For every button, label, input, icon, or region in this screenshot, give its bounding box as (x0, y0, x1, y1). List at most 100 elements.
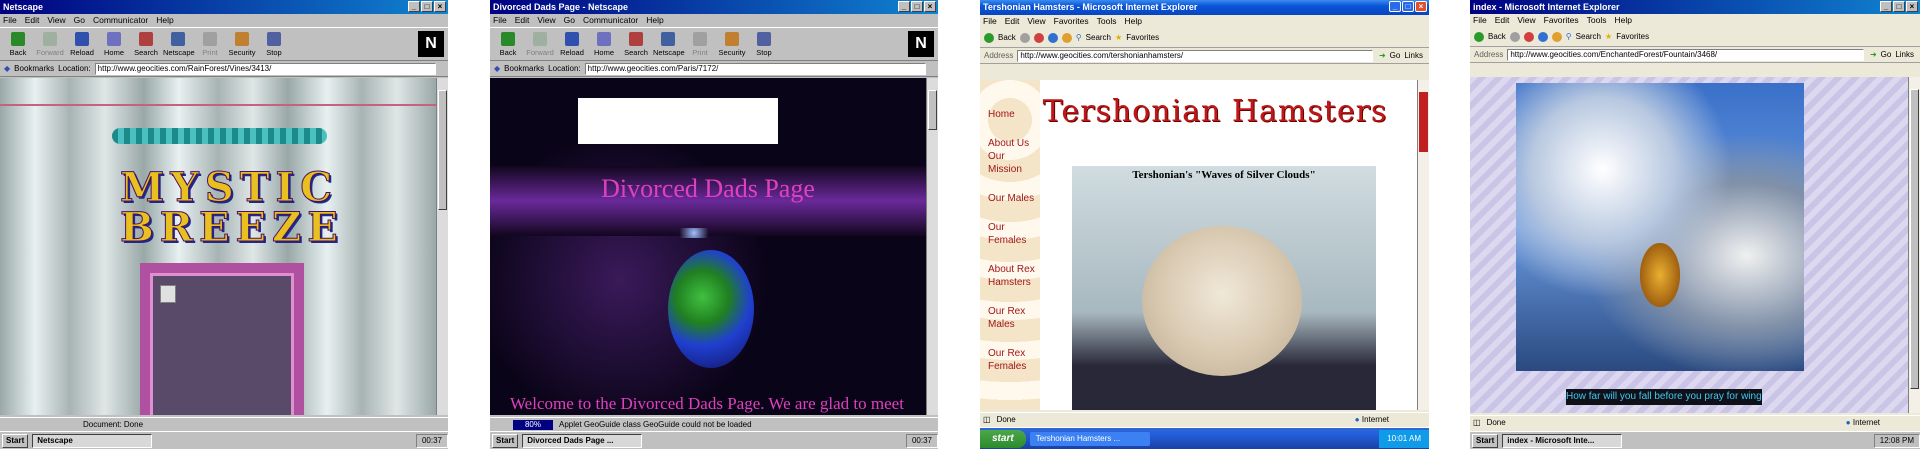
maximize-button[interactable]: □ (1893, 1, 1905, 12)
menu-go[interactable]: Go (74, 14, 85, 27)
bookmarks-button[interactable]: Bookmarks (14, 64, 54, 73)
stop-icon[interactable] (1033, 32, 1044, 43)
menu-view[interactable]: View (47, 14, 65, 27)
reload-button[interactable]: Reload (67, 30, 97, 57)
minimize-button[interactable]: _ (1880, 1, 1892, 12)
menu-tools[interactable]: Tools (1587, 14, 1607, 27)
menu-favorites[interactable]: Favorites (1544, 14, 1579, 27)
back-button[interactable]: Back (998, 33, 1016, 42)
menu-edit[interactable]: Edit (25, 14, 40, 27)
home-button[interactable]: Home (99, 30, 129, 57)
menu-file[interactable]: File (1473, 14, 1487, 27)
menu-view[interactable]: View (537, 14, 555, 27)
home-button[interactable]: Home (589, 30, 619, 57)
close-button[interactable]: × (1906, 1, 1918, 12)
search-button[interactable]: Search (131, 30, 161, 57)
menu-tools[interactable]: Tools (1097, 15, 1117, 28)
menu-help[interactable]: Help (1124, 15, 1141, 28)
stop-button[interactable]: Stop (749, 30, 779, 57)
favorites-button[interactable]: Favorites (1126, 33, 1159, 42)
menu-file[interactable]: File (3, 14, 17, 27)
reload-button[interactable]: Reload (557, 30, 587, 57)
menu-view[interactable]: View (1027, 15, 1045, 28)
taskbar-item-index[interactable]: index - Microsoft Inte... (1502, 433, 1623, 448)
refresh-icon[interactable] (1537, 31, 1548, 42)
bookmarks-button[interactable]: Bookmarks (504, 64, 544, 73)
scroll-thumb[interactable] (928, 90, 937, 130)
stop-icon[interactable] (1523, 31, 1534, 42)
minimize-button[interactable]: _ (1389, 1, 1401, 12)
scroll-thumb[interactable] (438, 90, 447, 210)
print-button[interactable]: Print (685, 30, 715, 57)
search-button[interactable]: Search (1086, 33, 1111, 42)
print-button[interactable]: Print (195, 30, 225, 57)
vertical-scrollbar[interactable] (1417, 80, 1429, 410)
links-button[interactable]: Links (1404, 51, 1423, 60)
menu-file[interactable]: File (493, 14, 507, 27)
nav-about-rex[interactable]: About Rex Hamsters (988, 263, 1040, 289)
home-icon[interactable] (1061, 32, 1072, 43)
nav-rex-females[interactable]: Our Rex Females (988, 347, 1040, 373)
home-icon[interactable] (1551, 31, 1562, 42)
maximize-button[interactable]: □ (421, 1, 433, 12)
start-button[interactable]: start (980, 429, 1026, 448)
scroll-thumb[interactable] (1910, 89, 1919, 389)
menu-edit[interactable]: Edit (515, 14, 530, 27)
favorites-button[interactable]: Favorites (1616, 32, 1649, 41)
start-button[interactable]: Start (1472, 433, 1499, 448)
go-button[interactable]: Go (1390, 51, 1401, 60)
start-button[interactable]: Start (2, 433, 29, 448)
security-button[interactable]: Security (227, 30, 257, 57)
scroll-thumb[interactable] (1419, 92, 1428, 152)
forward-button[interactable]: Forward (525, 30, 555, 57)
back-button[interactable]: Back (1488, 32, 1506, 41)
url-field[interactable]: http://www.geocities.com/RainForest/Vine… (94, 62, 436, 75)
forward-arrow-icon[interactable] (1019, 32, 1030, 43)
taskbar-item-divorced-dads[interactable]: Divorced Dads Page ... (522, 433, 643, 448)
menu-help[interactable]: Help (646, 14, 663, 27)
netscape-button[interactable]: Netscape (653, 30, 685, 57)
search-button[interactable]: Search (1576, 32, 1601, 41)
back-button[interactable]: Back (493, 30, 523, 57)
entrance-frame[interactable] (140, 263, 304, 415)
forward-arrow-icon[interactable] (1509, 31, 1520, 42)
nav-home[interactable]: Home (988, 108, 1040, 121)
close-button[interactable]: × (1415, 1, 1427, 12)
refresh-icon[interactable] (1047, 32, 1058, 43)
url-field[interactable]: http://www.geocities.com/Paris/7172/ (584, 62, 926, 75)
menu-favorites[interactable]: Favorites (1054, 15, 1089, 28)
menu-file[interactable]: File (983, 15, 997, 28)
back-button[interactable]: Back (3, 30, 33, 57)
menu-edit[interactable]: Edit (1005, 15, 1020, 28)
taskbar-item-netscape[interactable]: Netscape (32, 433, 153, 448)
menu-go[interactable]: Go (564, 14, 575, 27)
forward-button[interactable]: Forward (35, 30, 65, 57)
start-button[interactable]: Start (492, 433, 519, 448)
vertical-scrollbar[interactable] (436, 78, 448, 415)
url-field[interactable]: http://www.geocities.com/EnchantedForest… (1507, 48, 1864, 61)
menu-edit[interactable]: Edit (1495, 14, 1510, 27)
netscape-button[interactable]: Netscape (163, 30, 195, 57)
menu-communicator[interactable]: Communicator (583, 14, 638, 27)
maximize-button[interactable]: □ (1402, 1, 1414, 12)
minimize-button[interactable]: _ (408, 1, 420, 12)
go-button[interactable]: Go (1881, 50, 1892, 59)
menu-help[interactable]: Help (1614, 14, 1631, 27)
menu-view[interactable]: View (1517, 14, 1535, 27)
nav-about-us[interactable]: About Us Our Mission (988, 137, 1040, 176)
minimize-button[interactable]: _ (898, 1, 910, 12)
url-field[interactable]: http://www.geocities.com/tershonianhamst… (1017, 49, 1373, 62)
nav-our-males[interactable]: Our Males (988, 192, 1040, 205)
taskbar-item-tershonian[interactable]: Tershonian Hamsters ... (1029, 431, 1150, 446)
vertical-scrollbar[interactable] (1908, 77, 1920, 413)
search-button[interactable]: Search (621, 30, 651, 57)
vertical-scrollbar[interactable] (926, 78, 938, 415)
close-button[interactable]: × (434, 1, 446, 12)
stop-button[interactable]: Stop (259, 30, 289, 57)
links-button[interactable]: Links (1895, 50, 1914, 59)
nav-our-females[interactable]: Our Females (988, 221, 1040, 247)
security-button[interactable]: Security (717, 30, 747, 57)
nav-rex-males[interactable]: Our Rex Males (988, 305, 1040, 331)
maximize-button[interactable]: □ (911, 1, 923, 12)
menu-communicator[interactable]: Communicator (93, 14, 148, 27)
